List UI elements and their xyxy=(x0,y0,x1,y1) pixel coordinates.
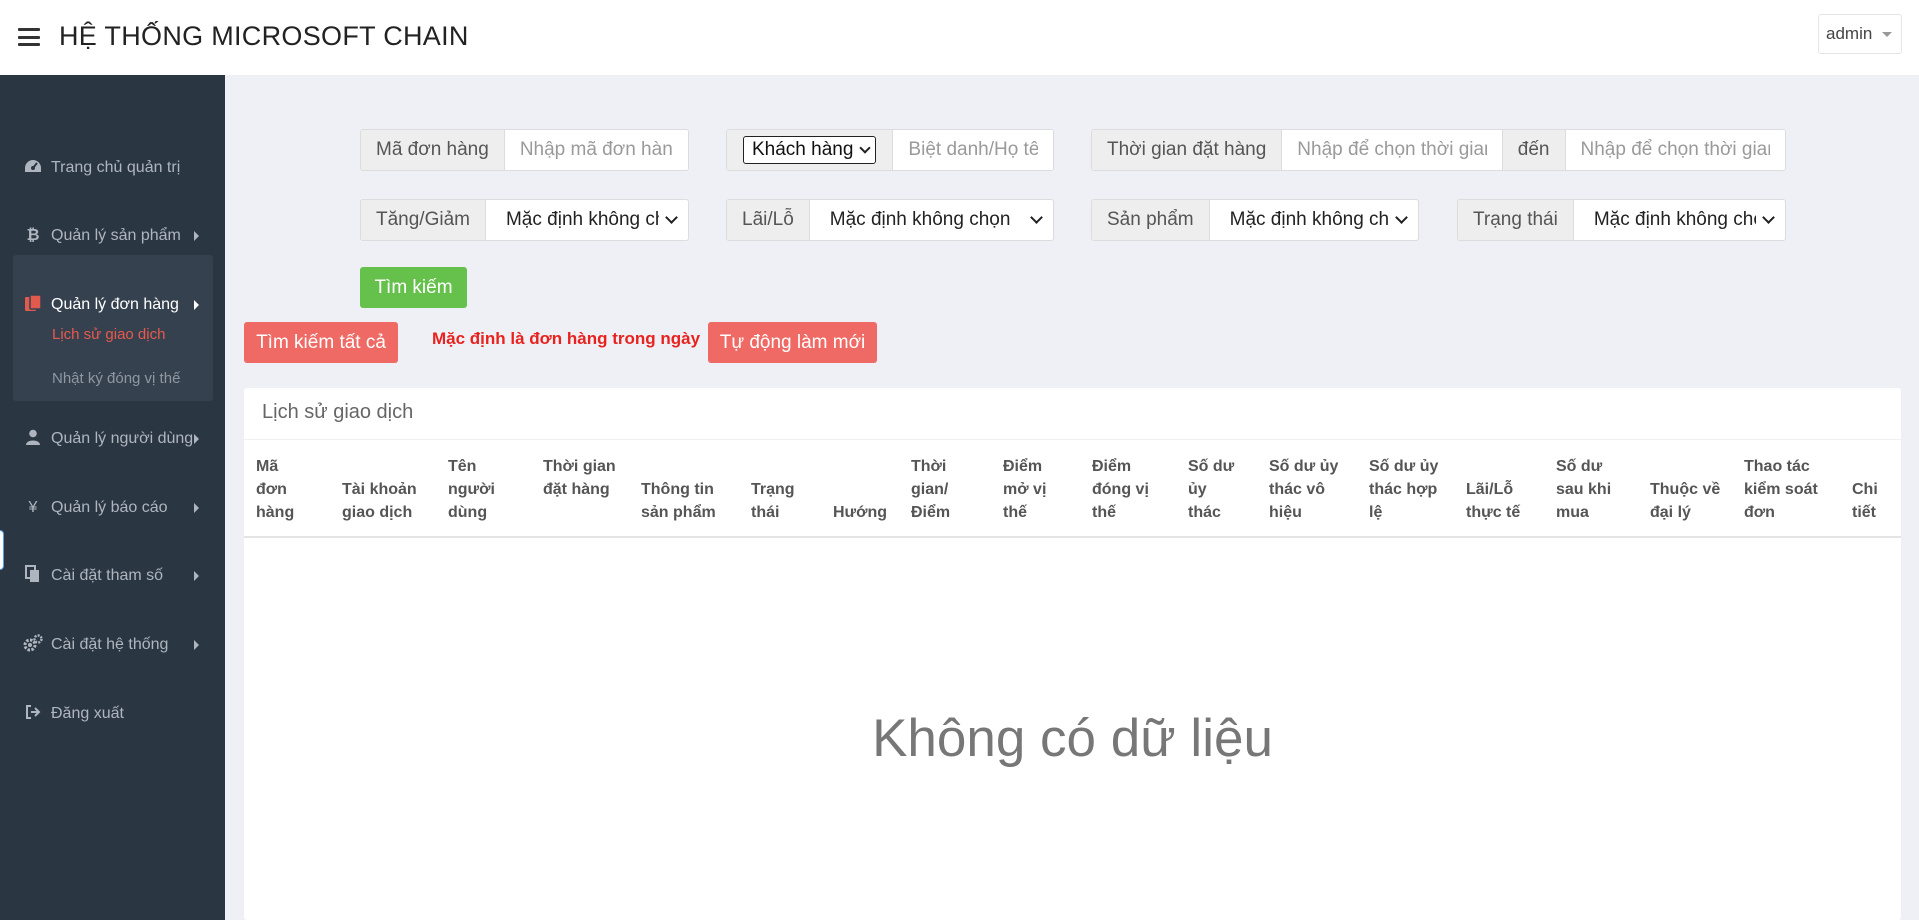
sidebar-item-orders[interactable]: Quản lý đơn hàng xyxy=(0,285,225,325)
column-header: Điểm đóng vị thế xyxy=(1092,458,1149,521)
sidebar-item-system-settings[interactable]: Cài đặt hệ thống xyxy=(0,625,225,665)
filter-customer: Khách hàng xyxy=(726,129,1054,171)
sidebar: Trang chủ quản trị ₿ Quản lý sản phẩm Qu… xyxy=(0,75,225,920)
column-header: Số dư ủy thác vô hiệu xyxy=(1269,458,1339,521)
filter-pnl: Lãi/Lỗ Mặc định không chọn xyxy=(726,199,1054,241)
sidebar-item-label: Cài đặt hệ thống xyxy=(51,636,169,653)
user-icon xyxy=(23,429,43,450)
sidebar-item-products[interactable]: ₿ Quản lý sản phẩm xyxy=(0,216,225,256)
column-header: Tên người dùng xyxy=(448,458,495,521)
filter-order-time: Thời gian đặt hàng đến xyxy=(1091,129,1786,171)
start-time-input[interactable] xyxy=(1282,130,1503,170)
status-select[interactable]: Mặc định không chọn xyxy=(1574,200,1785,240)
menu-toggle-icon[interactable] xyxy=(18,28,40,46)
column-header: Số dư ủy thác xyxy=(1188,458,1235,521)
chevron-down-icon xyxy=(859,142,872,154)
default-notice: Mặc định là đơn hàng trong ngày xyxy=(432,329,701,348)
column-header: Mã đơn hàng xyxy=(256,458,295,521)
column-header: Thời gian đặt hàng xyxy=(543,458,616,498)
scroll-handle[interactable] xyxy=(0,530,4,570)
auto-refresh-button[interactable]: Tự động làm mới xyxy=(708,322,877,363)
sidebar-item-label: Quản lý người dùng xyxy=(51,430,194,447)
column-header: Thao tác kiểm soát đơn xyxy=(1744,458,1818,521)
chevron-down-icon xyxy=(1030,211,1043,224)
end-time-input[interactable] xyxy=(1565,130,1785,170)
filter-status: Trạng thái Mặc định không chọn xyxy=(1457,199,1786,241)
column-header: Hướng xyxy=(833,504,888,521)
caret-down-icon xyxy=(1882,31,1893,37)
filter-label: Mã đơn hàng xyxy=(361,130,505,170)
column-header: Số dư sau khi mua xyxy=(1556,458,1612,521)
pnl-select[interactable]: Mặc định không chọn xyxy=(810,200,1053,240)
filter-label: Thời gian đặt hàng xyxy=(1092,130,1283,170)
sidebar-item-label: Đăng xuất xyxy=(51,705,124,722)
search-all-button[interactable]: Tìm kiếm tất cả xyxy=(244,322,398,363)
column-header: Trạng thái xyxy=(751,481,795,521)
sidebar-subitem-close-position-log[interactable]: Nhật ký đóng vị thế xyxy=(52,370,180,387)
product-select[interactable]: Mặc định không chọn xyxy=(1210,200,1418,240)
direction-select[interactable]: Mặc định không chọn xyxy=(486,200,688,240)
sidebar-item-label: Quản lý đơn hàng xyxy=(51,296,179,313)
bitcoin-icon: ₿ xyxy=(26,227,40,244)
sidebar-item-label: Quản lý báo cáo xyxy=(51,499,168,516)
chevron-down-icon xyxy=(1395,211,1408,224)
chevron-down-icon xyxy=(665,211,678,224)
column-header: Tài khoản giao dịch xyxy=(342,481,417,521)
dashboard-icon xyxy=(23,158,43,179)
filter-direction: Tăng/Giảm Mặc định không chọn xyxy=(360,199,689,241)
customer-name-input[interactable] xyxy=(893,130,1053,170)
user-name: admin xyxy=(1826,24,1873,43)
column-header: Số dư ủy thác hợp lệ xyxy=(1369,458,1439,521)
table-header-border xyxy=(244,536,1901,538)
search-button[interactable]: Tìm kiếm xyxy=(360,267,467,308)
filter-order-id: Mã đơn hàng xyxy=(360,129,689,171)
filter-label: Sản phẩm xyxy=(1092,200,1210,240)
sidebar-item-reports[interactable]: ¥ Quản lý báo cáo xyxy=(0,488,225,528)
panel-title: Lịch sử giao dịch xyxy=(262,401,414,423)
sidebar-item-label: Quản lý sản phẩm xyxy=(51,227,181,244)
sidebar-item-users[interactable]: Quản lý người dùng xyxy=(0,419,225,459)
sidebar-subitem-transaction-history[interactable]: Lịch sử giao dịch xyxy=(52,326,165,343)
chevron-right-icon xyxy=(194,503,199,513)
filter-label: Tăng/Giảm xyxy=(361,200,486,240)
order-id-input[interactable] xyxy=(504,130,688,170)
sign-out-icon xyxy=(23,704,43,725)
orders-icon xyxy=(23,293,43,317)
filter-product: Sản phẩm Mặc định không chọn xyxy=(1091,199,1419,241)
app-title: HỆ THỐNG MICROSOFT CHAIN xyxy=(59,21,469,51)
sidebar-item-dashboard[interactable]: Trang chủ quản trị xyxy=(0,148,225,188)
filter-label: Lãi/Lỗ xyxy=(727,200,810,240)
filter-label: Trạng thái xyxy=(1458,200,1574,240)
chevron-right-icon xyxy=(194,640,199,650)
empty-state-message: Không có dữ liệu xyxy=(872,709,1273,768)
column-header: Chi tiết xyxy=(1852,481,1878,521)
sidebar-item-label: Cài đặt tham số xyxy=(51,567,164,584)
sidebar-item-logout[interactable]: Đăng xuất xyxy=(0,694,225,734)
chevron-down-icon xyxy=(1762,211,1775,224)
column-header: Điểm mở vị thế xyxy=(1003,458,1047,521)
yen-icon: ¥ xyxy=(28,499,38,516)
column-header: Thông tin sản phẩm xyxy=(641,481,716,521)
copy-icon xyxy=(23,564,43,588)
chevron-right-icon xyxy=(194,434,199,444)
chevron-right-icon xyxy=(194,300,199,310)
customer-select-wrapper: Khách hàng xyxy=(727,130,894,170)
chevron-right-icon xyxy=(194,571,199,581)
column-header: Thời gian/ Điểm xyxy=(911,458,951,521)
sidebar-item-parameter-settings[interactable]: Cài đặt tham số xyxy=(0,556,225,596)
chevron-right-icon xyxy=(194,231,199,241)
transaction-history-panel: Lịch sử giao dịch Mã đơn hàng Tài khoản … xyxy=(244,388,1901,920)
column-header: Thuộc về đại lý xyxy=(1650,481,1721,521)
to-label: đến xyxy=(1502,130,1566,170)
sidebar-item-label: Trang chủ quản trị xyxy=(51,159,181,176)
gears-icon xyxy=(23,633,43,657)
user-menu-button[interactable]: admin xyxy=(1818,14,1902,54)
top-header: HỆ THỐNG MICROSOFT CHAIN admin xyxy=(0,0,1919,75)
column-header: Lãi/Lỗ thực tế xyxy=(1466,481,1521,521)
divider xyxy=(244,439,1901,440)
customer-type-select[interactable]: Khách hàng xyxy=(743,136,877,164)
